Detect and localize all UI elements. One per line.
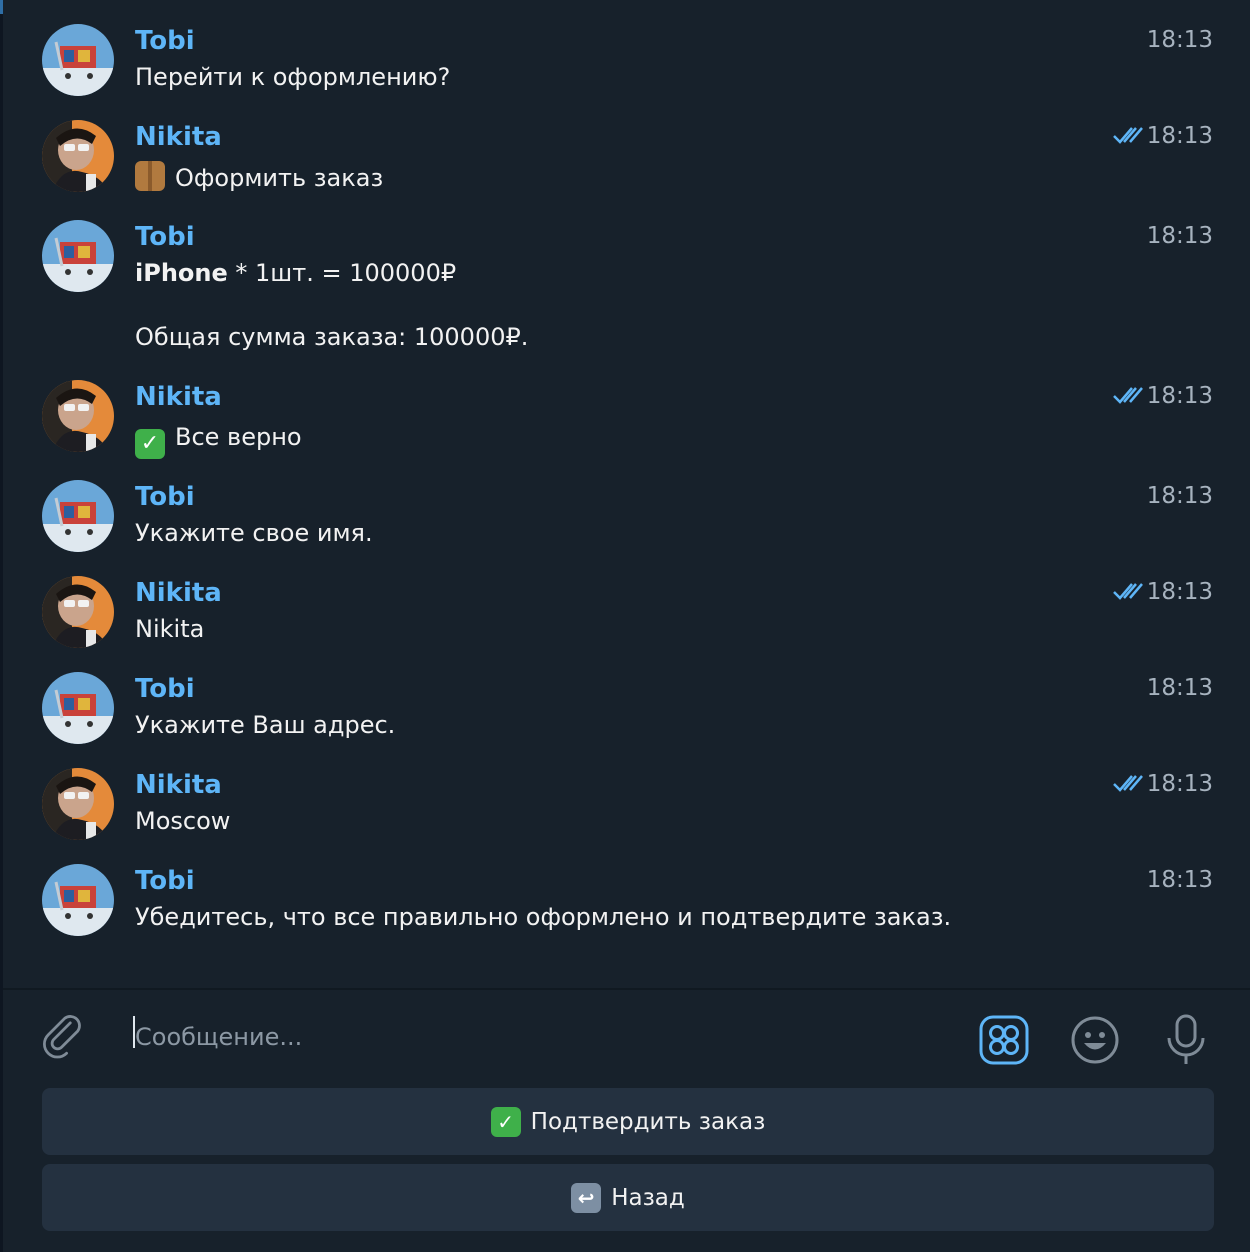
message-time: 18:13 (1146, 675, 1213, 701)
product-name: iPhone (135, 259, 228, 287)
back-button[interactable]: ↩ Назад (42, 1164, 1214, 1231)
message-time: 18:13 (1146, 123, 1213, 149)
check-mark-emoji-icon: ✓ (490, 1106, 521, 1137)
message-time: 18:13 (1146, 867, 1213, 893)
back-label: Назад (611, 1184, 685, 1211)
sender-name[interactable]: Tobi (135, 26, 195, 56)
confirm-order-button[interactable]: ✓ Подтвердить заказ (42, 1088, 1214, 1155)
avatar-tobi[interactable] (42, 480, 114, 552)
sender-name[interactable]: Nikita (135, 122, 222, 152)
sender-name[interactable]: Tobi (135, 866, 195, 896)
double-check-icon (1113, 127, 1143, 144)
message-text: iPhone * 1шт. = 100000₽ (135, 257, 456, 289)
message-time: 18:13 (1146, 27, 1213, 53)
bot-commands-icon[interactable] (978, 1014, 1030, 1066)
message-time: 18:13 (1146, 383, 1213, 409)
avatar-tobi[interactable] (42, 24, 114, 96)
avatar-tobi[interactable] (42, 672, 114, 744)
sender-name[interactable]: Nikita (135, 382, 222, 412)
sender-name[interactable]: Tobi (135, 674, 195, 704)
sender-name[interactable]: Tobi (135, 482, 195, 512)
message-text: Укажите Ваш адрес. (135, 711, 396, 739)
check-mark-emoji-icon: ✓ (135, 429, 165, 459)
paperclip-icon[interactable] (41, 1014, 89, 1062)
message-input[interactable] (135, 1017, 955, 1057)
double-check-icon (1113, 775, 1143, 792)
sender-name[interactable]: Nikita (135, 578, 222, 608)
message-text: Nikita (135, 615, 205, 643)
message-text: Оформить заказ (135, 161, 383, 194)
avatar-nikita[interactable] (42, 120, 114, 192)
message-text: Moscow (135, 807, 231, 835)
avatar-nikita[interactable] (42, 768, 114, 840)
product-line: * 1шт. = 100000₽ (227, 259, 457, 287)
message-text: Перейти к оформлению? (135, 63, 451, 91)
message-composer (3, 990, 1250, 1082)
avatar-tobi[interactable] (42, 864, 114, 936)
message-time: 18:13 (1146, 483, 1213, 509)
message-text: ✓ Все верно (135, 421, 302, 459)
avatar-nikita[interactable] (42, 576, 114, 648)
package-emoji-icon (135, 161, 165, 191)
message-text: Общая сумма заказа: 100000₽. (135, 323, 529, 351)
message-time: 18:13 (1146, 771, 1213, 797)
double-check-icon (1113, 583, 1143, 600)
sender-name[interactable]: Tobi (135, 222, 195, 252)
emoji-icon[interactable] (1069, 1014, 1121, 1066)
sender-name[interactable]: Nikita (135, 770, 222, 800)
message-text-content: Оформить заказ (175, 164, 384, 192)
message-time: 18:13 (1146, 223, 1213, 249)
avatar-nikita[interactable] (42, 380, 114, 452)
return-arrow-emoji-icon: ↩ (571, 1182, 602, 1213)
double-check-icon (1113, 387, 1143, 404)
message-text: Убедитесь, что все правильно оформлено и… (135, 903, 952, 931)
confirm-order-label: Подтвердить заказ (530, 1108, 766, 1135)
message-time: 18:13 (1146, 579, 1213, 605)
avatar-tobi[interactable] (42, 220, 114, 292)
microphone-icon[interactable] (1163, 1012, 1209, 1066)
message-list[interactable]: Tobi 18:13 Перейти к оформлению? Nikita … (0, 0, 1250, 988)
message-text-content: Все верно (175, 423, 302, 451)
message-text: Укажите свое имя. (135, 519, 373, 547)
